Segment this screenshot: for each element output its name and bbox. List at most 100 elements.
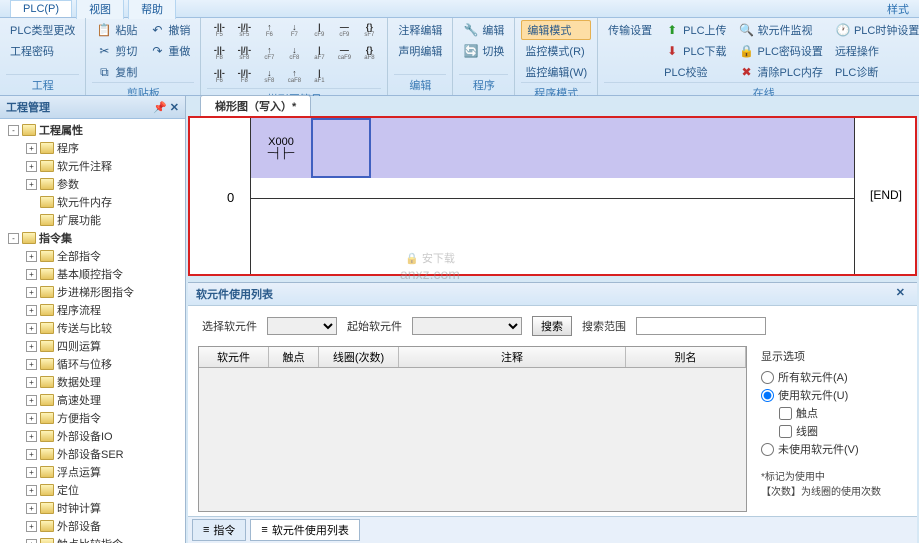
switch-button[interactable]: 🔄切换 [459, 41, 508, 61]
undo-button[interactable]: ↶撤销 [145, 20, 194, 40]
plc-verify-button[interactable]: PLC校验 [660, 62, 730, 82]
tree-item[interactable]: +基本顺控指令 [2, 265, 183, 283]
tree-item[interactable]: 软元件内存 [2, 193, 183, 211]
plc-download-button[interactable]: ⬇PLC下载 [660, 41, 730, 61]
plc-diag-button[interactable]: PLC诊断 [831, 62, 919, 82]
contact-symbol: ─┤├─ [268, 148, 294, 160]
plc-type-change-button[interactable]: PLC类型更改 [6, 20, 79, 40]
device-table[interactable]: 软元件 触点 线圈(次数) 注释 别名 [198, 346, 747, 512]
title-bar: PLC(P) 视图 帮助 样式 [0, 0, 919, 18]
ladder-symbol-button[interactable]: ↓cF8 [282, 43, 306, 63]
ladder-rung-0[interactable]: X000 ─┤├─ [251, 118, 854, 178]
edit-button[interactable]: 🔧编辑 [459, 20, 508, 40]
bottom-tab-instruction[interactable]: ≡指令 [192, 519, 246, 541]
ladder-symbol-button[interactable]: ↑caF8 [282, 66, 306, 86]
content-area: 梯形图（写入）* X000 ─┤├─ 0 [END] [186, 96, 919, 543]
tree-item[interactable]: +循环与位移 [2, 355, 183, 373]
cut-icon: ✂ [96, 43, 112, 59]
tree-item[interactable]: +外部设备SER [2, 445, 183, 463]
opt-all-radio[interactable]: 所有软元件(A) [761, 368, 903, 386]
opt-used-radio[interactable]: 使用软元件(U) [761, 386, 903, 404]
ladder-symbol-button[interactable]: {}sF7 [357, 20, 381, 40]
tree-item[interactable]: -工程属性 [2, 121, 183, 139]
tree-item[interactable]: -指令集 [2, 229, 183, 247]
ladder-symbol-button[interactable]: —caF9 [332, 43, 356, 63]
transfer-settings-button[interactable]: 传输设置 [604, 20, 656, 40]
ladder-rung-end[interactable]: 0 [END] [251, 178, 854, 218]
ladder-symbol-button[interactable]: |aF1 [307, 66, 331, 86]
clear-plc-button[interactable]: ✖清除PLC内存 [735, 62, 827, 82]
statement-edit-button[interactable]: 声明编辑 [394, 41, 446, 61]
ladder-symbol-button[interactable]: -||-F5 [207, 20, 231, 40]
cut-button[interactable]: ✂剪切 [92, 41, 141, 61]
ladder-symbol-button[interactable]: ↑cF7 [257, 43, 281, 63]
tree-pin-icon[interactable]: 📌 ✕ [153, 101, 179, 114]
ladder-symbol-button[interactable]: ↑F6 [257, 20, 281, 40]
ladder-symbol-button[interactable]: {}aF8 [357, 43, 381, 63]
tree-item[interactable]: +触点比较指令 [2, 535, 183, 543]
ladder-symbol-button[interactable]: -||-F6 [207, 66, 231, 86]
tree-item[interactable]: +步进梯形图指令 [2, 283, 183, 301]
search-button[interactable]: 搜索 [532, 316, 572, 336]
tree-item[interactable]: +数据处理 [2, 373, 183, 391]
tree-item[interactable]: 扩展功能 [2, 211, 183, 229]
opt-coil-check[interactable]: 线圈 [779, 422, 903, 440]
tree-item[interactable]: +定位 [2, 481, 183, 499]
ladder-cursor[interactable] [311, 118, 371, 178]
ladder-symbol-button[interactable]: ↓F7 [282, 20, 306, 40]
ladder-symbol-button[interactable]: -||-F8 [207, 43, 231, 63]
tree-body[interactable]: -工程属性+程序+软元件注释+参数软元件内存扩展功能-指令集+全部指令+基本顺控… [0, 119, 185, 543]
close-icon[interactable]: ✕ [892, 286, 909, 302]
tree-item[interactable]: +外部设备IO [2, 427, 183, 445]
ladder-symbol-button[interactable]: -|/|-sF8 [232, 43, 256, 63]
monitor-mode-button[interactable]: 监控模式(R) [521, 41, 591, 61]
tree-item[interactable]: +传送与比较 [2, 319, 183, 337]
tab-view[interactable]: 视图 [76, 0, 124, 19]
ladder-symbol-button[interactable]: —cF9 [332, 20, 356, 40]
bottom-tab-device-list[interactable]: ≡软元件使用列表 [250, 519, 359, 541]
tree-item[interactable]: +高速处理 [2, 391, 183, 409]
tree-item[interactable]: +四则运算 [2, 337, 183, 355]
ladder-contact-x000[interactable]: X000 ─┤├─ [251, 118, 311, 178]
tab-plc[interactable]: PLC(P) [10, 0, 72, 17]
ladder-symbol-button[interactable]: -|/|-sF5 [232, 20, 256, 40]
project-password-button[interactable]: 工程密码 [6, 41, 79, 61]
ribbon-group-online: 传输设置 ⬆PLC上传 ⬇PLC下载 PLC校验 🔍软元件监视 🔒PLC密码设置… [598, 18, 919, 95]
remote-op-button[interactable]: 远程操作 [831, 41, 919, 61]
search-range-input[interactable] [636, 317, 766, 335]
start-device-label: 起始软元件 [347, 318, 402, 334]
select-device-dropdown[interactable] [267, 317, 337, 335]
ladder-symbol-button[interactable]: |aF7 [307, 43, 331, 63]
start-device-dropdown[interactable] [412, 317, 522, 335]
title-style[interactable]: 样式 [887, 1, 909, 17]
ladder-tab[interactable]: 梯形图（写入）* [200, 95, 311, 116]
plc-clock-button[interactable]: 🕐PLC时钟设置 [831, 20, 919, 40]
tree-item[interactable]: +程序流程 [2, 301, 183, 319]
search-range-label: 搜索范围 [582, 318, 626, 334]
tree-item[interactable]: +浮点运算 [2, 463, 183, 481]
monitor-icon: 🔍 [739, 22, 755, 38]
plc-upload-button[interactable]: ⬆PLC上传 [660, 20, 730, 40]
opt-unused-radio[interactable]: 未使用软元件(V) [761, 440, 903, 458]
tree-item[interactable]: +全部指令 [2, 247, 183, 265]
device-monitor-button[interactable]: 🔍软元件监视 [735, 20, 827, 40]
tree-item[interactable]: +参数 [2, 175, 183, 193]
copy-button[interactable]: ⧉复制 [92, 62, 141, 82]
tree-item[interactable]: +时钟计算 [2, 499, 183, 517]
redo-button[interactable]: ↷重做 [145, 41, 194, 61]
ladder-symbol-button[interactable]: |cF9 [307, 20, 331, 40]
tab-help[interactable]: 帮助 [128, 0, 176, 19]
tree-item[interactable]: +软元件注释 [2, 157, 183, 175]
comment-edit-button[interactable]: 注释编辑 [394, 20, 446, 40]
tree-item[interactable]: +方便指令 [2, 409, 183, 427]
paste-button[interactable]: 📋粘贴 [92, 20, 141, 40]
opt-contact-check[interactable]: 触点 [779, 404, 903, 422]
edit-mode-button[interactable]: 编辑模式 [521, 20, 591, 40]
ladder-symbol-button[interactable]: ↓sF8 [257, 66, 281, 86]
tree-item[interactable]: +外部设备 [2, 517, 183, 535]
tree-item[interactable]: +程序 [2, 139, 183, 157]
ladder-symbol-button[interactable]: -|/|-F8 [232, 66, 256, 86]
ladder-editor[interactable]: X000 ─┤├─ 0 [END] [188, 116, 917, 276]
plc-password-button[interactable]: 🔒PLC密码设置 [735, 41, 827, 61]
monitor-edit-button[interactable]: 监控编辑(W) [521, 62, 591, 82]
